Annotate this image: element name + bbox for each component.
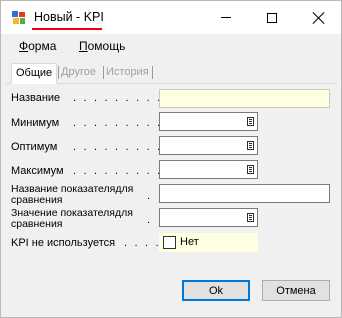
compare-value-label-line2: сравнения (11, 218, 63, 230)
app-icon (12, 11, 26, 24)
tab-strip: Общие Другое История (5, 63, 337, 84)
title-red-underline (32, 28, 102, 30)
tab-general[interactable]: Общие (11, 63, 58, 84)
tab-general-label: Общие (16, 67, 53, 79)
minimum-input[interactable] (159, 112, 258, 131)
compare-name-label-line2: сравнения (11, 194, 63, 206)
calculator-icon[interactable] (247, 117, 254, 126)
kpi-unused-checkbox-area[interactable]: Нет (159, 233, 258, 252)
kpi-unused-value: Нет (180, 236, 199, 248)
optimum-input[interactable] (159, 136, 258, 155)
menu-help-mnemonic: П (79, 39, 88, 53)
kpi-unused-label: KPI не используется (11, 237, 116, 249)
minimize-icon (221, 17, 231, 18)
calculator-icon[interactable] (247, 141, 254, 150)
name-label: Название (11, 92, 61, 104)
name-input[interactable] (159, 89, 330, 108)
compare-value-dots: . (147, 214, 153, 226)
close-icon (312, 12, 324, 24)
menu-forma[interactable]: Форма (19, 39, 56, 53)
maximum-label: Максимум (11, 165, 64, 177)
cancel-button[interactable]: Отмена (262, 280, 330, 301)
window-title: Новый - KPI (34, 10, 104, 24)
calculator-icon[interactable] (247, 213, 254, 222)
menu-forma-mnemonic: Ф (19, 39, 29, 53)
kpi-unused-checkbox[interactable] (163, 236, 176, 249)
calculator-icon[interactable] (247, 165, 254, 174)
maximize-icon (267, 12, 277, 23)
close-button[interactable] (295, 1, 341, 34)
tab-separator (152, 66, 153, 79)
tab-separator (58, 66, 59, 79)
menu-help-label: омощь (87, 39, 126, 53)
ok-button[interactable]: Ok (182, 280, 250, 301)
minimum-label: Минимум (11, 117, 60, 129)
menu-bar: Форма Помощь (1, 34, 341, 57)
optimum-label: Оптимум (11, 141, 58, 153)
compare-value-input[interactable] (159, 208, 258, 227)
tab-history[interactable]: История (106, 66, 149, 78)
tab-other[interactable]: Другое (61, 66, 96, 78)
title-bar[interactable]: Новый - KPI (1, 1, 341, 34)
kpi-dialog-window: Новый - KPI Форма Помощь Общие Другое Ис… (0, 0, 342, 318)
minimize-button[interactable] (203, 1, 249, 34)
menu-help[interactable]: Помощь (79, 39, 125, 53)
maximize-button[interactable] (249, 1, 295, 34)
tab-separator (103, 66, 104, 79)
compare-name-dots: . (147, 190, 153, 202)
maximum-input[interactable] (159, 160, 258, 179)
menu-forma-label: орма (28, 39, 57, 53)
compare-name-input[interactable] (159, 184, 330, 203)
kpi-unused-dots: . . . . (124, 237, 161, 249)
